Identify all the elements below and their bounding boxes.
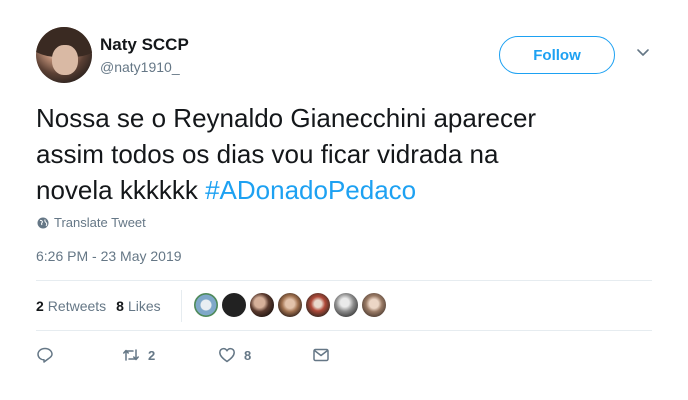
follow-button[interactable]: Follow — [499, 36, 615, 74]
retweet-count: 2 — [148, 347, 156, 363]
translate-tweet-link[interactable]: Translate Tweet — [37, 215, 146, 230]
liker-avatar[interactable] — [277, 292, 303, 318]
likes-count: 8 — [116, 298, 124, 314]
tweet-timestamp[interactable]: 6:26 PM - 23 May 2019 — [36, 248, 182, 264]
liker-avatar[interactable] — [305, 292, 331, 318]
likes-stat[interactable]: 8 Likes — [116, 298, 160, 314]
liker-avatar[interactable] — [333, 292, 359, 318]
divider — [36, 330, 652, 331]
liker-avatars — [193, 292, 387, 318]
retweets-label: Retweets — [47, 298, 107, 314]
retweet-button[interactable]: 2 — [122, 346, 218, 364]
direct-message-button[interactable] — [312, 346, 330, 364]
reply-icon — [37, 347, 53, 363]
retweets-stat[interactable]: 2 Retweets — [36, 298, 106, 314]
tweet-text-line: Nossa se o Reynaldo Gianecchini aparecer — [36, 103, 537, 133]
user-handle[interactable]: @naty1910_ — [100, 59, 180, 75]
tweet-text-line: assim todos os dias vou ficar vidrada na — [36, 139, 499, 169]
divider — [36, 280, 652, 281]
heart-icon — [219, 347, 235, 363]
tweet-text: Nossa se o Reynaldo Gianecchini aparecer… — [36, 100, 666, 208]
user-display-name[interactable]: Naty SCCP — [100, 35, 189, 55]
retweet-icon — [123, 349, 139, 361]
liker-avatar[interactable] — [221, 292, 247, 318]
translate-tweet-label[interactable]: Translate Tweet — [54, 215, 146, 230]
user-avatar[interactable] — [36, 27, 92, 83]
like-count: 8 — [244, 347, 252, 363]
chevron-down-icon[interactable] — [636, 46, 650, 60]
likes-label: Likes — [127, 298, 161, 314]
stats-separator — [181, 290, 182, 322]
liker-avatar[interactable] — [193, 292, 219, 318]
tweet-text-segment: novela kkkkkk — [36, 175, 206, 205]
envelope-icon — [313, 348, 329, 362]
retweets-count: 2 — [36, 298, 44, 314]
tweet-stats: 2 Retweets 8 Likes — [36, 298, 161, 314]
avatar-face — [52, 45, 78, 75]
tweet-text-line: novela kkkkkk #ADonadoPedaco — [36, 172, 666, 208]
liker-avatar[interactable] — [361, 292, 387, 318]
globe-icon — [37, 217, 49, 228]
liker-avatar[interactable] — [249, 292, 275, 318]
like-button[interactable]: 8 — [218, 346, 312, 364]
hashtag-link[interactable]: #ADonadoPedaco — [205, 175, 416, 205]
tweet-actions: 2 8 — [36, 346, 330, 364]
reply-button[interactable] — [36, 346, 122, 364]
